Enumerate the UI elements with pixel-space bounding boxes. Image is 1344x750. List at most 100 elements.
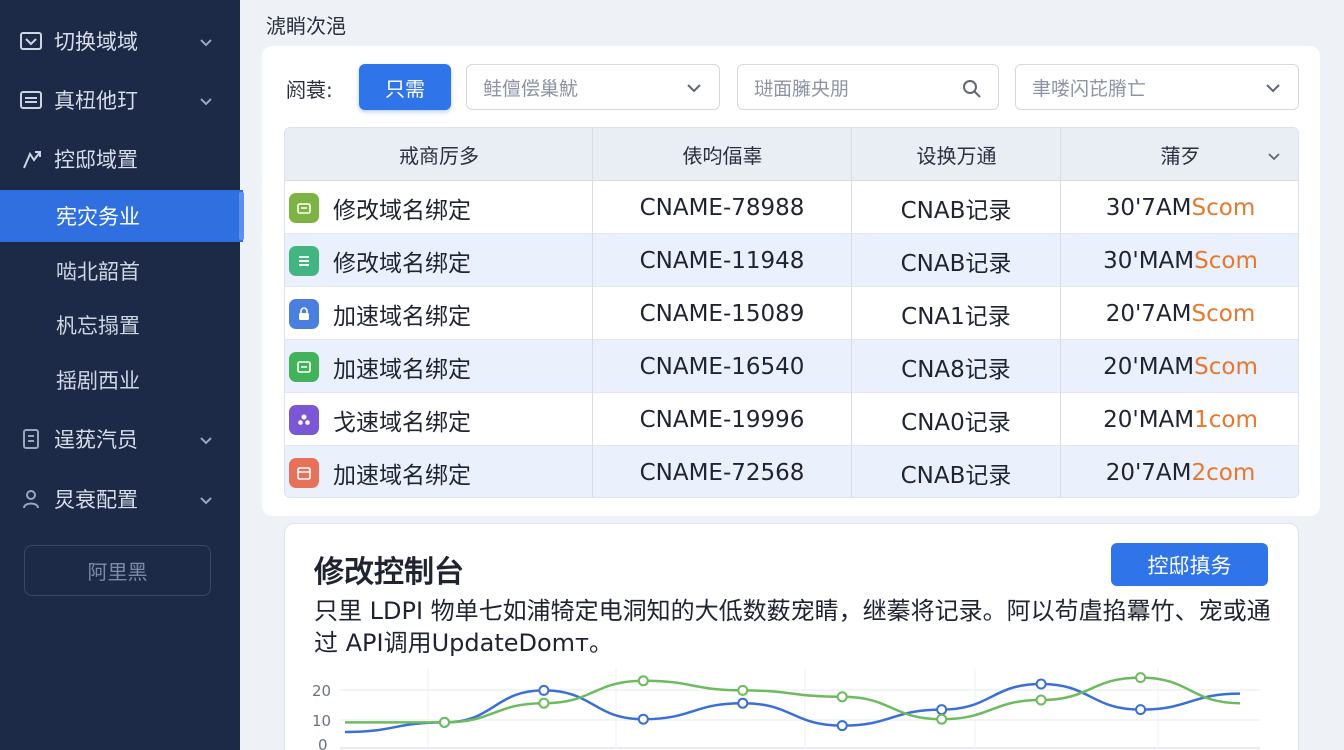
data-point[interactable]	[836, 691, 848, 703]
domain-table: 戒商厉多 俵呁偪辜 设换万通 蒲歹 修改域名绑定 CNAME-78988 CNAB记…	[284, 127, 1299, 498]
time-text: 20'MAM	[1103, 353, 1195, 380]
cell-cname: CNAME-72568	[639, 459, 805, 486]
cell-cname: CNAME-16540	[639, 353, 805, 380]
document-icon	[20, 428, 42, 450]
cell-name: 加速域名绑定	[285, 287, 592, 340]
time-text: 20'7AM	[1105, 459, 1192, 486]
row-name-text: 加速域名绑定	[333, 462, 471, 489]
sidebar-subitem-label: 揺剧西业	[56, 369, 140, 393]
cell-cname: CNAME-78988	[639, 194, 805, 221]
chevron-down-icon	[198, 32, 214, 56]
table-row[interactable]: 修改域名绑定 CNAME-78988 CNAB记录 30'7AM Scom	[285, 181, 1298, 234]
console-action-button[interactable]: 控邸搷务	[1111, 543, 1268, 586]
data-point[interactable]	[936, 704, 948, 716]
search-icon	[962, 79, 982, 104]
cell-time: 20'7AM Scom	[1061, 287, 1298, 340]
chevron-down-icon	[685, 79, 703, 102]
data-point[interactable]	[737, 697, 749, 709]
column-header[interactable]: 设换万通	[852, 128, 1061, 181]
tag-icon	[289, 192, 319, 223]
sidebar: 切换域域 真杻他玎 控邸域置 宪灾务业 啮北韶首 杋忘搨置 揺剧西业 逞莸汽员	[0, 0, 244, 750]
pointer-icon	[20, 148, 42, 170]
column-header-label: 蒲歹	[1160, 144, 1201, 168]
table-row[interactable]: 加速域名绑定 CNAME-72568 CNAB记录 20'7AM 2com	[285, 446, 1298, 497]
cell-cname: CNAME-11948	[639, 247, 805, 274]
column-header[interactable]: 蒲歹	[1061, 128, 1298, 181]
cell-name: 戈速域名绑定	[285, 393, 592, 446]
select-value: 聿喽闪芘膌亡	[1032, 77, 1147, 100]
sidebar-subitem-label: 宪灾务业	[56, 205, 140, 229]
row-name-text: 修改域名绑定	[333, 250, 471, 277]
sidebar-item-records[interactable]: 逞莸汽员	[0, 414, 240, 464]
sidebar-footer-button[interactable]: 阿里黑	[24, 545, 211, 596]
table-row[interactable]: 加速域名绑定 CNAME-16540 CNA8记录 20'MAM Scom	[285, 340, 1298, 393]
cell-name: 加速域名绑定	[285, 340, 592, 393]
chevron-down-icon[interactable]	[1266, 146, 1282, 170]
sidebar-subitem-active[interactable]: 宪灾务业	[0, 190, 244, 242]
cell-cname: CNAME-19996	[639, 406, 805, 433]
column-header[interactable]: 俵呁偪辜	[593, 128, 852, 181]
calendar-icon	[289, 457, 319, 488]
list-icon	[20, 89, 42, 111]
console-title: 修改控制台	[314, 555, 464, 590]
sidebar-subitem[interactable]: 啮北韶首	[0, 245, 240, 297]
user-group-icon	[20, 488, 42, 510]
sidebar-item-config[interactable]: 炅衰配置	[0, 474, 240, 524]
table-row[interactable]: 修改域名绑定 CNAME-11948 CNAB记录 30'MAM Scom	[285, 234, 1298, 287]
filter-label: 阏蓑:	[286, 78, 333, 102]
lock-icon	[289, 298, 319, 329]
data-point[interactable]	[1135, 672, 1147, 684]
cell-name: 加速域名绑定	[285, 446, 592, 497]
chevron-down-icon	[198, 430, 214, 454]
column-header[interactable]: 戒商厉多	[285, 128, 593, 181]
table-header: 戒商厉多 俵呁偪辜 设换万通 蒲歹	[285, 128, 1298, 181]
y-tick-label: 0	[318, 736, 328, 750]
cell-cname: CNAME-15089	[639, 300, 805, 327]
data-point[interactable]	[1035, 694, 1047, 706]
sidebar-subitem-label: 杋忘搨置	[56, 314, 140, 338]
console-description: 只里 LDPI 物单七如浦犄定电洞知的大低数薮宠睛，继蓁将记录。阿以茍虘掐羃竹、…	[314, 597, 1271, 657]
sidebar-subitem[interactable]: 杋忘搨置	[0, 299, 240, 351]
data-point[interactable]	[936, 713, 948, 725]
browser-icon	[20, 30, 42, 52]
row-name-text: 修改域名绑定	[333, 197, 471, 224]
cell-time: 30'7AM Scom	[1061, 181, 1298, 234]
sidebar-item-switch-domain[interactable]: 切换域域	[0, 16, 240, 66]
time-text: 20'7AM	[1105, 300, 1192, 327]
sidebar-item-settings[interactable]: 真杻他玎	[0, 75, 240, 125]
search-input[interactable]: 琎面臃央朋	[737, 64, 999, 110]
table-row[interactable]: 戈速域名绑定 CNAME-19996 CNA0记录 20'MAM 1com	[285, 393, 1298, 446]
sidebar-item-control-domain[interactable]: 控邸域置	[0, 134, 240, 184]
cell-record-type: CNAB记录	[900, 462, 1012, 489]
table-row[interactable]: 加速域名绑定 CNAME-15089 CNA1记录 20'7AM Scom	[285, 287, 1298, 340]
data-point[interactable]	[637, 675, 649, 687]
page-title: 淲睄次浥	[266, 14, 346, 38]
y-tick-label: 10	[312, 712, 331, 730]
users-icon	[289, 404, 319, 435]
cell-name: 修改域名绑定	[285, 234, 592, 287]
data-point[interactable]	[1135, 704, 1147, 716]
list-icon	[289, 245, 319, 276]
data-point[interactable]	[538, 697, 550, 709]
time-suffix: Scom	[1191, 194, 1256, 221]
cell-time: 20'MAM 1com	[1061, 393, 1298, 446]
row-name-text: 加速域名绑定	[333, 356, 471, 383]
filter-primary-button[interactable]: 只需	[359, 64, 451, 110]
sidebar-item-label: 真杻他玎	[54, 89, 138, 113]
time-text: 30'7AM	[1105, 194, 1192, 221]
window-icon	[289, 351, 319, 382]
cell-record-type: CNA0记录	[901, 409, 1011, 436]
category-select[interactable]: 鲑儃偿巢魷	[466, 64, 720, 110]
data-point[interactable]	[1035, 678, 1047, 690]
cell-record-type: CNAB记录	[900, 250, 1012, 277]
data-point[interactable]	[438, 716, 450, 728]
chevron-down-icon	[198, 490, 214, 514]
data-point[interactable]	[836, 720, 848, 732]
line-chart: 20 10 0	[312, 668, 1260, 750]
select-value: 鲑儃偿巢魷	[483, 77, 579, 100]
data-point[interactable]	[737, 684, 749, 696]
data-point[interactable]	[538, 684, 550, 696]
sidebar-subitem[interactable]: 揺剧西业	[0, 354, 240, 406]
data-point[interactable]	[637, 713, 649, 725]
status-select[interactable]: 聿喽闪芘膌亡	[1015, 64, 1299, 110]
